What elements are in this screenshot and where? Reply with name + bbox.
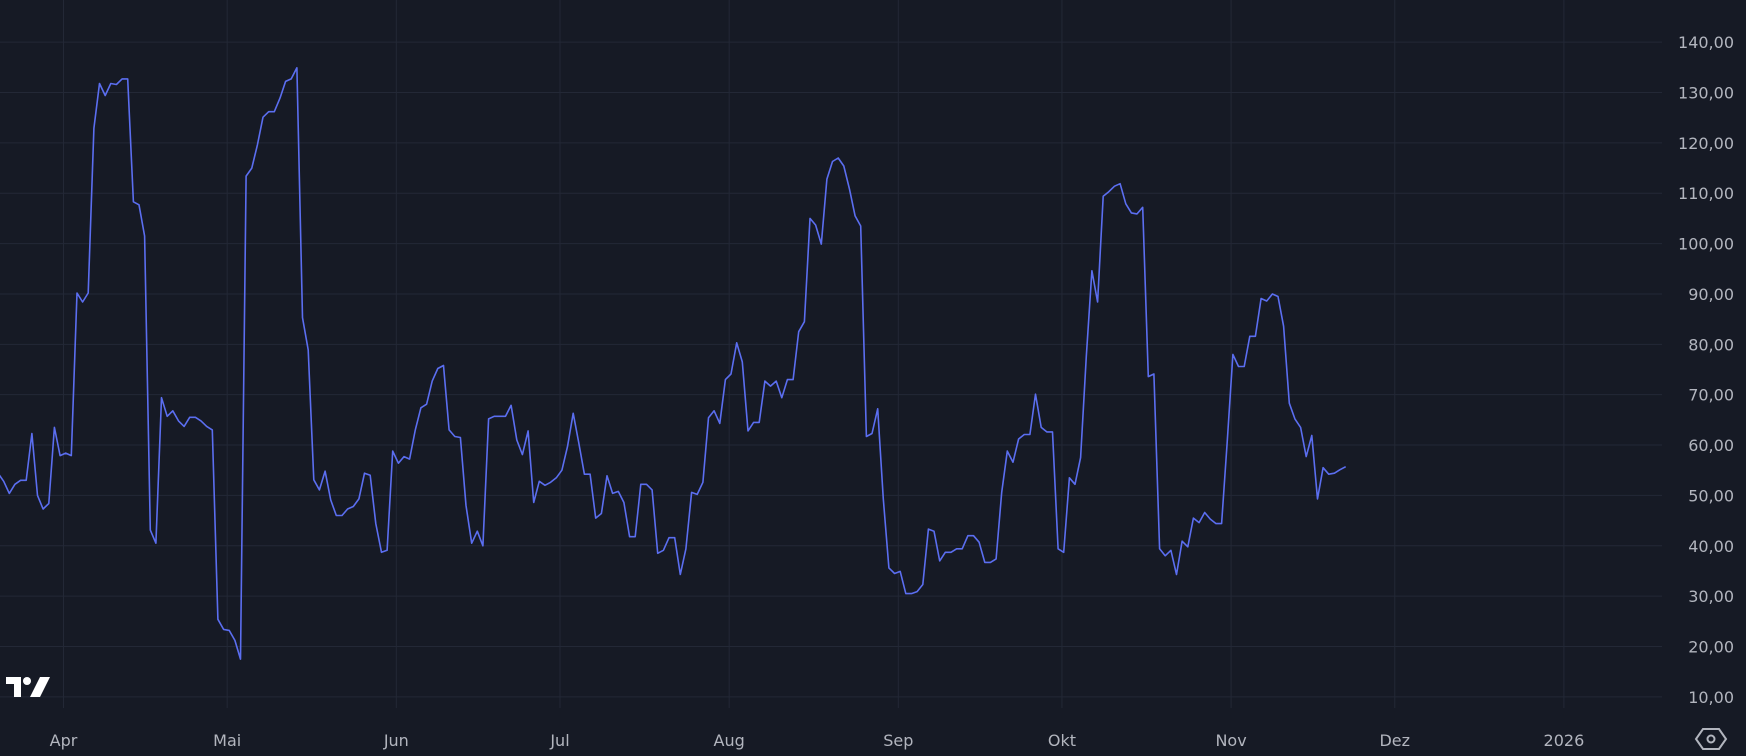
grid [0,0,1662,708]
x-tick-label: Jul [549,731,569,750]
y-tick-label: 130,00 [1678,84,1734,103]
tradingview-logo-icon [6,677,50,697]
y-tick-label: 50,00 [1688,486,1734,505]
y-tick-label: 80,00 [1688,335,1734,354]
y-tick-label: 40,00 [1688,537,1734,556]
y-tick-label: 110,00 [1678,184,1734,203]
chart-settings-button[interactable] [1694,726,1728,752]
y-tick-label: 30,00 [1688,587,1734,606]
y-tick-label: 10,00 [1688,688,1734,707]
x-tick-label: 2026 [1544,731,1585,750]
x-tick-label: Aug [714,731,745,750]
y-tick-label: 140,00 [1678,33,1734,52]
line-chart[interactable]: 140,00 130,00 120,00 110,00 100,00 90,00 80,00… [0,0,1746,756]
x-axis: Apr Mai Jun Jul Aug Sep Okt Nov Dez 2026 [50,731,1585,750]
y-tick-label: 70,00 [1688,386,1734,405]
y-tick-label: 60,00 [1688,436,1734,455]
x-tick-label: Mai [213,731,241,750]
tradingview-logo[interactable] [4,674,52,700]
x-tick-label: Dez [1379,731,1410,750]
y-tick-label: 90,00 [1688,285,1734,304]
x-tick-label: Okt [1048,731,1076,750]
y-tick-label: 100,00 [1678,235,1734,254]
x-tick-label: Sep [883,731,913,750]
y-axis: 140,00 130,00 120,00 110,00 100,00 90,00 80,00… [1678,33,1734,707]
x-tick-label: Nov [1215,731,1246,750]
y-tick-label: 20,00 [1688,637,1734,656]
x-tick-label: Jun [383,731,409,750]
series-line [0,67,1347,660]
settings-icon [1694,728,1728,750]
x-tick-label: Apr [50,731,78,750]
y-tick-label: 120,00 [1678,134,1734,153]
